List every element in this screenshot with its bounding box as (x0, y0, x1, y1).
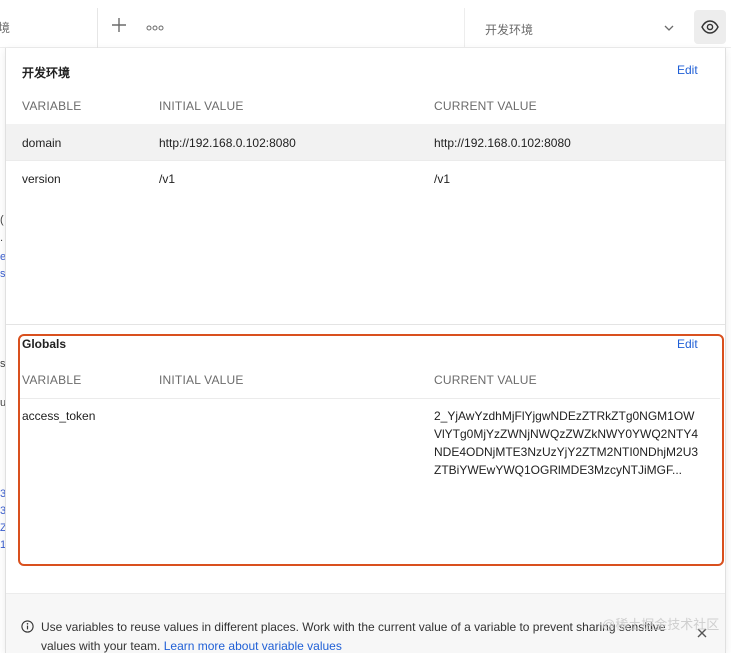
row-divider (6, 160, 725, 161)
globals-highlight-box (18, 334, 724, 566)
current-value: /v1 (434, 172, 451, 186)
column-header-current-value: CURRENT VALUE (434, 99, 537, 113)
watermark-text: @稀土掘金技术社区 (602, 617, 720, 632)
request-tab-label: 境 (0, 21, 11, 35)
eye-icon (701, 20, 719, 34)
environment-quick-look-button[interactable] (694, 10, 726, 44)
plus-icon (112, 18, 126, 32)
variable-name: domain (22, 136, 62, 150)
chevron-down-icon (664, 25, 674, 31)
more-icon (146, 25, 164, 31)
top-bar: 境 开发环境 (0, 0, 731, 48)
variable-name: version (22, 172, 61, 186)
more-tabs-button[interactable] (146, 20, 164, 31)
section-divider (6, 324, 725, 325)
info-icon (21, 620, 34, 633)
new-tab-button[interactable] (110, 16, 128, 34)
current-value: http://192.168.0.102:8080 (434, 136, 571, 150)
environment-selector[interactable]: 开发环境 (464, 8, 686, 48)
environment-edit-button[interactable]: Edit (677, 63, 698, 77)
info-message: Use variables to reuse values in differe… (41, 620, 666, 653)
environment-quick-look-popover: 开发环境 Edit VARIABLE INITIAL VALUE CURRENT… (5, 48, 726, 653)
request-tab[interactable]: 境 (0, 8, 98, 48)
environment-title: 开发环境 (22, 66, 71, 80)
table-row-highlight (6, 124, 725, 160)
column-header-initial-value: INITIAL VALUE (159, 99, 244, 113)
column-header-variable: VARIABLE (22, 99, 82, 113)
initial-value: /v1 (159, 172, 176, 186)
initial-value: http://192.168.0.102:8080 (159, 136, 296, 150)
environment-selector-label: 开发环境 (485, 23, 534, 37)
info-text: Use variables to reuse values in differe… (41, 618, 681, 653)
learn-more-link[interactable]: Learn more about variable values (164, 639, 342, 653)
